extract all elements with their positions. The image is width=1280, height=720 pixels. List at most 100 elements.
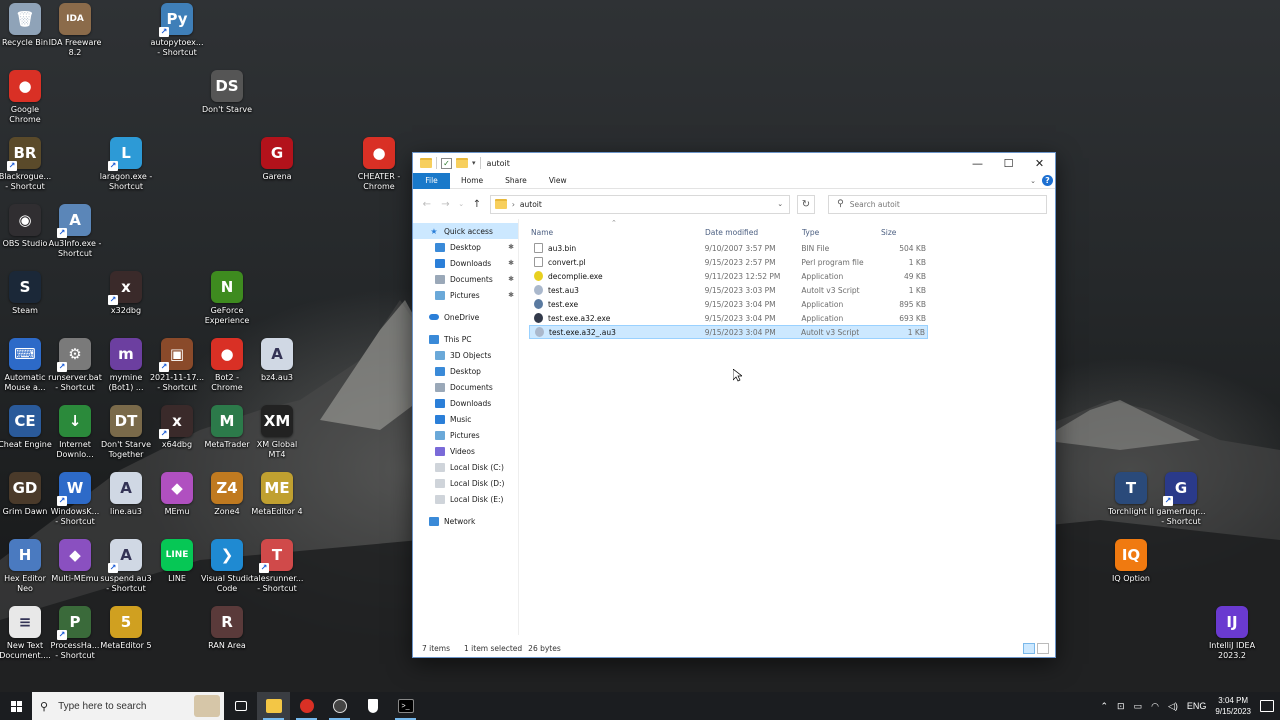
file-row[interactable]: decomplie.exe 9/11/2023 12:52 PM Applicati… [529, 269, 928, 283]
desktop-icon[interactable]: BR ↗ Blackrogue... - Shortcut [0, 137, 59, 192]
taskbar-terminal[interactable]: >_ [389, 692, 422, 720]
nav-quick-item[interactable]: Documents ✱ [413, 271, 518, 287]
app-icon: ◉ [9, 204, 41, 236]
details-view-button[interactable] [1023, 642, 1035, 654]
desktop-icon[interactable]: A ↗ Au3Info.exe - Shortcut [41, 204, 109, 259]
nav-pc-item[interactable]: Music [413, 411, 518, 427]
tab-home[interactable]: Home [450, 173, 494, 189]
desktop-icon[interactable]: S Steam [0, 271, 59, 316]
desktop-icon[interactable]: N GeForce Experience [193, 271, 261, 326]
desktop-icon-label: Google Chrome [9, 105, 41, 124]
new-folder-icon[interactable] [456, 158, 468, 168]
nav-quick-item[interactable]: Pictures ✱ [413, 287, 518, 303]
column-type[interactable]: Type [802, 228, 881, 237]
file-size: 1 KB [907, 327, 925, 337]
customize-dropdown-icon[interactable]: ▾ [472, 159, 476, 167]
desktop-icon[interactable]: IJ IntelliJ IDEA 2023.2 [1198, 606, 1266, 661]
nav-pc-item[interactable]: 3D Objects [413, 347, 518, 363]
desktop-icon[interactable]: DS Don't Starve [193, 70, 261, 115]
file-row[interactable]: test.exe.a32_.au3 9/15/2023 3:04 PM AutoIt… [529, 325, 928, 339]
taskbar-chrome[interactable] [290, 692, 323, 720]
taskbar-file-explorer[interactable] [257, 692, 290, 720]
file-size: 1 KB [908, 257, 926, 267]
large-icons-view-button[interactable] [1037, 642, 1049, 654]
nav-quick-item[interactable]: Desktop ✱ [413, 239, 518, 255]
network-tray-icon[interactable]: ⊡ [1117, 701, 1125, 712]
nav-pc-item[interactable]: Local Disk (C:) [413, 459, 518, 475]
chevron-right-icon[interactable]: › [512, 200, 515, 209]
desktop-icon[interactable]: ● Google Chrome [0, 70, 59, 125]
help-icon[interactable]: ? [1042, 175, 1053, 186]
nav-pc-item[interactable]: Pictures [413, 427, 518, 443]
file-row[interactable]: test.exe.a32.exe 9/15/2023 3:04 PM Applica… [529, 311, 928, 325]
taskbar-cheat-engine[interactable] [323, 692, 356, 720]
tab-share[interactable]: Share [494, 173, 538, 189]
desktop-icon[interactable]: ME MetaEditor 4 [243, 472, 311, 517]
column-name[interactable]: Name [531, 228, 705, 237]
file-row[interactable]: test.au3 9/15/2023 3:03 PM AutoIt v3 Scrip… [529, 283, 928, 297]
tab-file[interactable]: File [413, 172, 450, 189]
nav-onedrive[interactable]: OneDrive [413, 309, 518, 325]
column-date-modified[interactable]: Date modified [705, 228, 802, 237]
chevron-down-icon[interactable]: ⌄ [770, 200, 789, 208]
wifi-icon[interactable]: ◠ [1151, 701, 1159, 712]
file-row[interactable]: convert.pl 9/15/2023 2:57 PM Perl program … [529, 255, 928, 269]
file-row[interactable]: au3.bin 9/10/2007 3:57 PM BIN File 504 KB [529, 241, 928, 255]
desktop-icon[interactable]: T ↗ talesrunner... - Shortcut [243, 539, 311, 594]
properties-icon[interactable]: ✓ [441, 157, 452, 169]
tab-view[interactable]: View [538, 173, 578, 189]
desktop-icon[interactable]: Abz4.au3 [243, 338, 311, 383]
battery-icon[interactable]: ▭ [1134, 701, 1143, 712]
volume-icon[interactable]: ◁) [1168, 701, 1178, 712]
minimize-button[interactable]: — [962, 153, 993, 173]
address-bar[interactable]: › autoit ⌄ [489, 194, 790, 214]
desktop-icon[interactable]: IQ IQ Option [1097, 539, 1165, 584]
taskbar-search-input[interactable]: ⚲ Type here to search [32, 692, 224, 720]
up-icon[interactable]: ↑ [471, 199, 483, 210]
desktop-icon[interactable]: L ↗ laragon.exe - Shortcut [92, 137, 160, 192]
chevron-up-icon[interactable]: ⌃ [1101, 701, 1109, 712]
nav-pc-item[interactable]: Downloads [413, 395, 518, 411]
desktop-icon[interactable]: x ↗ x32dbg [92, 271, 160, 316]
nav-pc-item[interactable]: Documents [413, 379, 518, 395]
maximize-button[interactable]: ☐ [993, 153, 1024, 173]
nav-network[interactable]: Network [413, 513, 518, 529]
desktop-icon[interactable]: IDA IDA Freeware 8.2 [41, 3, 109, 58]
nav-pc-item[interactable]: Local Disk (E:) [413, 491, 518, 507]
nav-quick-item[interactable]: Downloads ✱ [413, 255, 518, 271]
shortcut-arrow-icon: ↗ [1163, 496, 1173, 506]
language-indicator[interactable]: ENG [1187, 701, 1207, 711]
desktop-icon[interactable]: G ↗ gamerfuqr... - Shortcut [1147, 472, 1215, 527]
desktop-icon[interactable]: R RAN Area [193, 606, 261, 651]
nav-pc-item[interactable]: Desktop [413, 363, 518, 379]
clock[interactable]: 3:04 PM 9/15/2023 [1215, 695, 1251, 717]
refresh-button[interactable]: ↻ [796, 194, 816, 214]
nav-pc-item[interactable]: Videos [413, 443, 518, 459]
desktop-icon-label: IDA Freeware 8.2 [48, 38, 102, 57]
desktop-icon[interactable]: ● CHEATER - Chrome [345, 137, 413, 192]
desktop-icon[interactable]: G Garena [243, 137, 311, 182]
column-size[interactable]: Size [881, 228, 929, 237]
nav-quick-access[interactable]: ★ Quick access [413, 223, 518, 239]
back-icon[interactable]: ← [421, 199, 433, 210]
nav-pc-item[interactable]: Local Disk (D:) [413, 475, 518, 491]
close-button[interactable]: ✕ [1024, 153, 1055, 173]
file-explorer-window[interactable]: ✓ ▾ autoit — ☐ ✕ File Home Share View ⌄ … [412, 152, 1056, 658]
notification-icon[interactable] [1260, 700, 1274, 712]
file-list: ⌃ Name Date modified Type Size au3.bin 9/… [519, 219, 1055, 635]
nav-this-pc[interactable]: This PC [413, 331, 518, 347]
start-button[interactable] [0, 692, 32, 720]
desktop-icon[interactable]: Py ↗ autopytoex... - Shortcut [143, 3, 211, 58]
desktop-icon-label: RAN Area [208, 641, 246, 650]
desktop-icon[interactable]: 5 MetaEditor 5 [92, 606, 160, 651]
search-input[interactable]: ⚲ Search autoit [828, 194, 1048, 214]
desktop-icon[interactable]: XM XM Global MT4 [243, 405, 311, 460]
expand-ribbon-icon[interactable]: ⌄ [1030, 177, 1036, 185]
taskbar-security[interactable] [356, 692, 389, 720]
task-view-button[interactable] [224, 692, 257, 720]
forward-icon[interactable]: → [440, 199, 452, 210]
title-bar[interactable]: ✓ ▾ autoit — ☐ ✕ [413, 153, 1055, 173]
recent-locations-icon[interactable]: ⌄ [458, 200, 464, 208]
file-row[interactable]: test.exe 9/15/2023 3:04 PM Application 895 … [529, 297, 928, 311]
address-path[interactable]: autoit [520, 200, 542, 209]
